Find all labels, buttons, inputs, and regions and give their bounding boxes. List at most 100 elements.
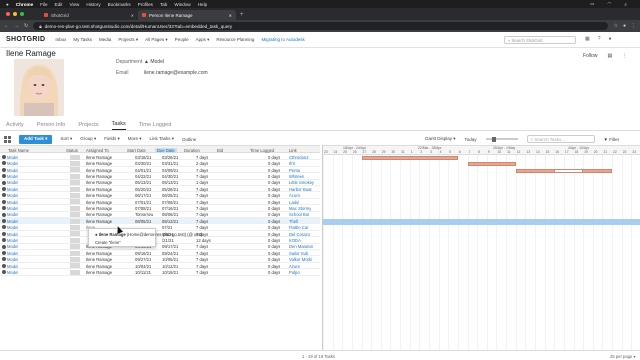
task-search-input[interactable]: ⌕ Search Tasks... (526, 135, 595, 143)
task-name-cell[interactable]: Model (7, 200, 18, 205)
task-name-cell[interactable]: Model (7, 257, 18, 262)
time-logged-cell[interactable]: 0 days (268, 212, 280, 217)
start-date-cell[interactable]: 09/16/21 (135, 251, 151, 256)
col-duration[interactable]: Duration (184, 148, 200, 153)
duration-cell[interactable]: 7 days (196, 244, 208, 249)
tab-activity[interactable]: Activity (6, 122, 24, 130)
status-cell[interactable] (70, 186, 80, 192)
more-button[interactable]: More ▾ (128, 136, 142, 142)
start-date-cell[interactable]: 04/01/21 (135, 168, 151, 173)
link-cell[interactable]: Whiteen (289, 174, 304, 179)
menu-history[interactable]: History (86, 2, 100, 7)
duration-cell[interactable]: 7 days (196, 187, 208, 192)
browser-tab-person[interactable]: Person Ilene Ramage ✕ (138, 10, 236, 20)
task-name-cell[interactable]: Model (7, 187, 18, 192)
assigned-to-cell[interactable]: Ilene Ramage (86, 219, 112, 224)
col-link[interactable]: Link (289, 148, 297, 153)
profile-icon[interactable]: ● (623, 23, 626, 29)
back-icon[interactable]: ← (4, 23, 9, 29)
start-date-cell[interactable]: 08/05/21 (135, 219, 151, 224)
time-logged-cell[interactable]: 0 days (268, 257, 280, 262)
more-icon[interactable]: ⋮ (631, 23, 636, 29)
due-date-cell[interactable]: 09/17/21 (162, 244, 178, 249)
menu-tab[interactable]: Tab (160, 2, 167, 7)
link-cell[interactable]: Den Maraton (289, 244, 313, 249)
due-date-cell[interactable]: 04/30/21 (162, 174, 178, 179)
link-tasks-button[interactable]: Link Tasks ▾ (150, 136, 174, 142)
status-cell[interactable] (70, 199, 80, 205)
link-cell[interactable]: Sailor Sub (289, 251, 308, 256)
start-date-cell[interactable]: 03/30/21 (135, 161, 151, 166)
page-icon[interactable]: ▤ (607, 53, 612, 59)
due-date-cell[interactable]: 05/13/21 (162, 180, 178, 185)
nav-media[interactable]: Media (99, 37, 111, 42)
time-logged-cell[interactable]: 0 days (268, 193, 280, 198)
status-cell[interactable] (70, 218, 80, 224)
status-cell[interactable] (70, 160, 80, 166)
assigned-to-cell[interactable]: Ilene Ramage (86, 270, 112, 275)
gantt-task-bar[interactable] (554, 168, 584, 173)
fields-button[interactable]: Fields ▾ (104, 136, 120, 142)
gantt-task-bar[interactable] (467, 162, 516, 167)
status-cell[interactable] (70, 256, 80, 262)
due-date-cell[interactable]: 03/26/21 (162, 155, 178, 160)
link-cell[interactable]: School Bot (289, 212, 309, 217)
reload-icon[interactable]: ↻ (24, 23, 28, 29)
status-cell[interactable] (70, 269, 80, 275)
col-start-date[interactable]: Start Date (127, 148, 146, 153)
gantt-task-bar[interactable] (361, 156, 458, 160)
task-name-cell[interactable]: Model (7, 193, 18, 198)
due-date-cell[interactable]: 07/16/21 (162, 206, 178, 211)
assigned-to-cell[interactable]: Ilene Ramage (86, 168, 112, 173)
link-cell[interactable]: Thefi (289, 219, 298, 224)
today-button[interactable]: Today (465, 137, 477, 142)
duration-cell[interactable]: 7 days (196, 174, 208, 179)
col-time-logged[interactable]: Time Logged (250, 148, 274, 153)
task-name-cell[interactable]: Model (7, 180, 18, 185)
nav-people[interactable]: People (175, 37, 189, 42)
duration-cell[interactable]: 7 days (196, 206, 208, 211)
avatar[interactable] (14, 59, 64, 116)
col-task-name[interactable]: Task Name (8, 148, 29, 153)
start-date-cell[interactable]: 06/17/21 (135, 193, 151, 198)
nav-inbox[interactable]: Inbox (55, 37, 66, 42)
col-bid[interactable]: Bid (217, 148, 223, 153)
nav-all-pages[interactable]: All Pages ▾ (145, 37, 168, 43)
start-date-cell[interactable]: 07/01/21 (135, 200, 151, 205)
link-cell[interactable]: Del Corazo (289, 232, 310, 237)
link-cell[interactable]: Flatbo Car (289, 225, 309, 230)
assigned-to-cell[interactable]: Ilene Ramage (86, 174, 112, 179)
apps-grid-icon[interactable]: ▦ (585, 36, 590, 42)
link-cell[interactable]: Harbor Boat (289, 187, 312, 192)
status-cell[interactable] (70, 192, 80, 198)
start-date-cell[interactable]: 09/27/21 (135, 257, 151, 262)
due-date-cell[interactable]: 06/25/21 (162, 193, 178, 198)
assigned-to-cell[interactable]: Ilene Ramage (86, 200, 112, 205)
menu-bookmarks[interactable]: Bookmarks (108, 2, 131, 7)
start-date-cell[interactable]: 04/22/21 (135, 174, 151, 179)
due-date-cell[interactable]: 09/24/21 (162, 251, 178, 256)
group-button[interactable]: Group ▾ (80, 136, 96, 142)
task-name-cell[interactable]: Model (7, 251, 18, 256)
duration-cell[interactable]: 2 days (196, 161, 208, 166)
task-name-cell[interactable]: Model (7, 161, 18, 166)
status-cell[interactable] (70, 250, 80, 256)
due-date-cell[interactable]: 08/13/21 (162, 219, 178, 224)
tab-tasks[interactable]: Tasks (111, 121, 126, 130)
due-date-cell[interactable]: 10/12/21 (162, 264, 178, 269)
duration-cell[interactable]: 7 days (196, 155, 208, 160)
nav-resource-planning[interactable]: Resource Planning (216, 37, 254, 42)
time-logged-cell[interactable]: 0 days (268, 174, 280, 179)
shotgrid-logo[interactable]: SHOTGRID (6, 36, 45, 43)
time-logged-cell[interactable]: 0 days (268, 232, 280, 237)
time-logged-cell[interactable]: 0 days (268, 238, 280, 243)
department-value[interactable]: ▲ Model (144, 59, 164, 65)
outline-button[interactable]: Outline (182, 137, 196, 142)
duration-cell[interactable]: 7 days (196, 225, 208, 230)
assigned-to-cell[interactable]: Ilene Ramage (86, 212, 112, 217)
duration-cell[interactable]: 7 days (196, 219, 208, 224)
time-logged-cell[interactable]: 0 days (268, 225, 280, 230)
star-icon[interactable]: ☆ (613, 23, 617, 29)
duration-cell[interactable]: 7 days (196, 168, 208, 173)
assigned-to-cell[interactable]: Ilene Ramage (86, 155, 112, 160)
